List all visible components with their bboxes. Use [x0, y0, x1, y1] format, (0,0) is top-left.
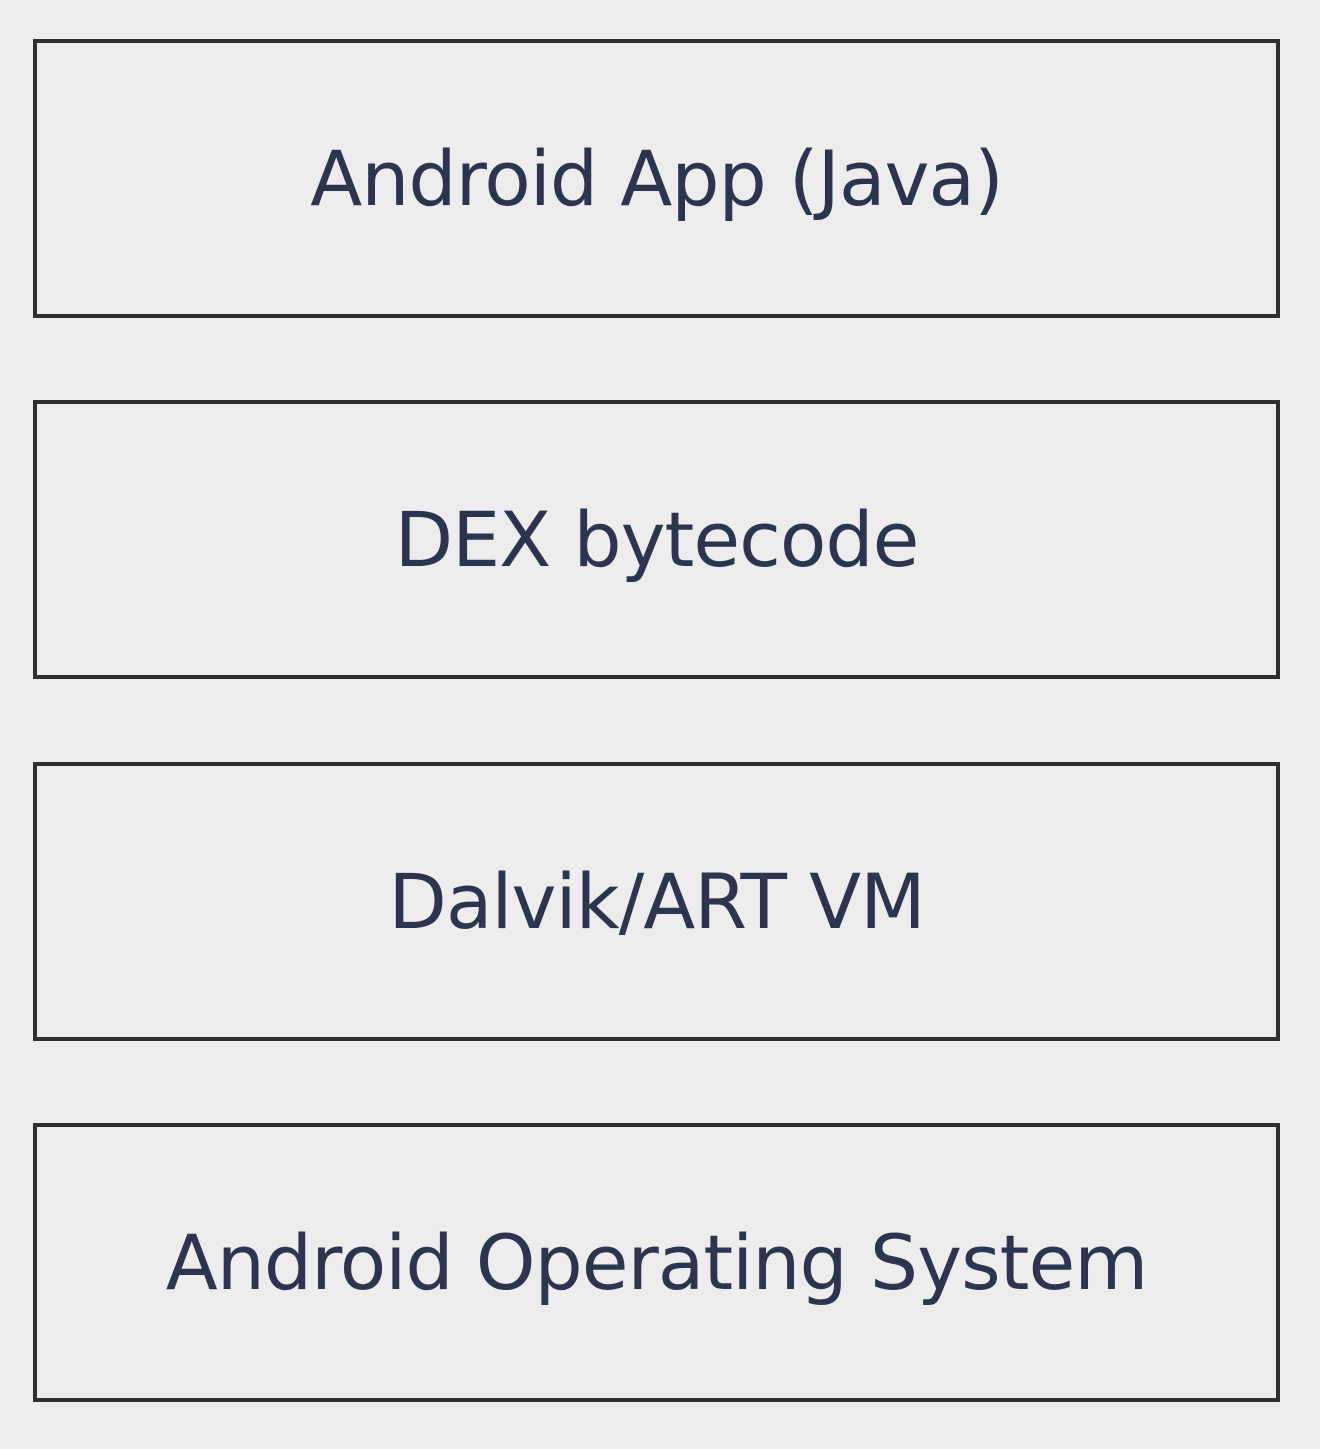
layer-label: Android App (Java): [310, 134, 1003, 223]
layer-runtime-vm: Dalvik/ART VM: [33, 762, 1280, 1041]
layer-dex-bytecode: DEX bytecode: [33, 400, 1280, 679]
layer-stack-diagram: Android App (Java) DEX bytecode Dalvik/A…: [0, 0, 1320, 1449]
layer-android-app: Android App (Java): [33, 39, 1280, 318]
layer-label: DEX bytecode: [394, 495, 920, 584]
layer-label: Dalvik/ART VM: [388, 857, 925, 946]
layer-label: Android Operating System: [165, 1218, 1149, 1307]
layer-operating-system: Android Operating System: [33, 1123, 1280, 1402]
